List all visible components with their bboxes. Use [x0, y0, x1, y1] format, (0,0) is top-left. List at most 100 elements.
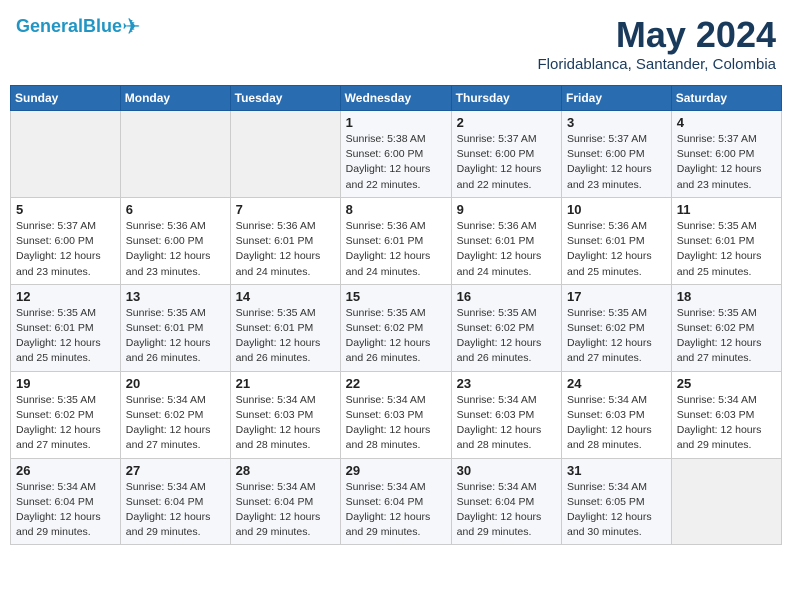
- day-number: 8: [346, 202, 446, 217]
- day-number: 5: [16, 202, 115, 217]
- day-info: Sunrise: 5:35 AM Sunset: 6:02 PM Dayligh…: [457, 306, 556, 367]
- calendar-cell: 18 Sunrise: 5:35 AM Sunset: 6:02 PM Dayli…: [671, 284, 781, 371]
- calendar-week-4: 19 Sunrise: 5:35 AM Sunset: 6:02 PM Dayli…: [11, 371, 782, 458]
- day-info: Sunrise: 5:38 AM Sunset: 6:00 PM Dayligh…: [346, 132, 446, 193]
- day-number: 1: [346, 115, 446, 130]
- day-info: Sunrise: 5:35 AM Sunset: 6:01 PM Dayligh…: [16, 306, 115, 367]
- day-info: Sunrise: 5:37 AM Sunset: 6:00 PM Dayligh…: [16, 219, 115, 280]
- day-info: Sunrise: 5:37 AM Sunset: 6:00 PM Dayligh…: [457, 132, 556, 193]
- location-title: Floridablanca, Santander, Colombia: [538, 56, 776, 73]
- weekday-header-saturday: Saturday: [671, 86, 781, 111]
- calendar-week-5: 26 Sunrise: 5:34 AM Sunset: 6:04 PM Dayli…: [11, 458, 782, 545]
- calendar-cell: 21Sunrise: 5:34 AM Sunset: 6:03 PM Dayli…: [230, 371, 340, 458]
- day-number: 26: [16, 463, 115, 478]
- calendar-cell: 1 Sunrise: 5:38 AM Sunset: 6:00 PM Daylig…: [340, 111, 451, 198]
- calendar-cell: 4Sunrise: 5:37 AM Sunset: 6:00 PM Daylig…: [671, 111, 781, 198]
- day-info: Sunrise: 5:34 AM Sunset: 6:04 PM Dayligh…: [126, 480, 225, 541]
- day-info: Sunrise: 5:34 AM Sunset: 6:04 PM Dayligh…: [236, 480, 335, 541]
- calendar-cell: 6Sunrise: 5:36 AM Sunset: 6:00 PM Daylig…: [120, 197, 230, 284]
- day-info: Sunrise: 5:37 AM Sunset: 6:00 PM Dayligh…: [677, 132, 776, 193]
- calendar-week-1: 1 Sunrise: 5:38 AM Sunset: 6:00 PM Daylig…: [11, 111, 782, 198]
- day-info: Sunrise: 5:34 AM Sunset: 6:04 PM Dayligh…: [346, 480, 446, 541]
- weekday-header-monday: Monday: [120, 86, 230, 111]
- day-number: 11: [677, 202, 776, 217]
- day-number: 28: [236, 463, 335, 478]
- page-header: GeneralBlue ✈ May 2024 Floridablanca, Sa…: [10, 10, 782, 77]
- calendar-cell: 8Sunrise: 5:36 AM Sunset: 6:01 PM Daylig…: [340, 197, 451, 284]
- day-info: Sunrise: 5:36 AM Sunset: 6:01 PM Dayligh…: [567, 219, 666, 280]
- day-info: Sunrise: 5:35 AM Sunset: 6:02 PM Dayligh…: [346, 306, 446, 367]
- logo-general: General: [16, 16, 83, 36]
- calendar-cell: 17Sunrise: 5:35 AM Sunset: 6:02 PM Dayli…: [562, 284, 672, 371]
- calendar-cell: 26Sunrise: 5:34 AM Sunset: 6:04 PM Dayli…: [11, 458, 121, 545]
- calendar-cell: 25 Sunrise: 5:34 AM Sunset: 6:03 PM Dayli…: [671, 371, 781, 458]
- weekday-header-tuesday: Tuesday: [230, 86, 340, 111]
- calendar-cell: 16 Sunrise: 5:35 AM Sunset: 6:02 PM Dayli…: [451, 284, 561, 371]
- logo-bird-icon: ✈: [122, 14, 140, 40]
- day-info: Sunrise: 5:35 AM Sunset: 6:01 PM Dayligh…: [677, 219, 776, 280]
- calendar-cell: 19 Sunrise: 5:35 AM Sunset: 6:02 PM Dayli…: [11, 371, 121, 458]
- day-info: Sunrise: 5:34 AM Sunset: 6:03 PM Dayligh…: [677, 393, 776, 454]
- day-number: 6: [126, 202, 225, 217]
- calendar-cell: 15Sunrise: 5:35 AM Sunset: 6:02 PM Dayli…: [340, 284, 451, 371]
- day-number: 16: [457, 289, 556, 304]
- calendar-cell: 29Sunrise: 5:34 AM Sunset: 6:04 PM Dayli…: [340, 458, 451, 545]
- calendar-cell: 30 Sunrise: 5:34 AM Sunset: 6:04 PM Dayli…: [451, 458, 561, 545]
- day-info: Sunrise: 5:35 AM Sunset: 6:01 PM Dayligh…: [236, 306, 335, 367]
- calendar-table: SundayMondayTuesdayWednesdayThursdayFrid…: [10, 85, 782, 545]
- day-number: 7: [236, 202, 335, 217]
- calendar-cell: 28 Sunrise: 5:34 AM Sunset: 6:04 PM Dayli…: [230, 458, 340, 545]
- day-info: Sunrise: 5:36 AM Sunset: 6:01 PM Dayligh…: [236, 219, 335, 280]
- day-number: 24: [567, 376, 666, 391]
- logo-blue: Blue: [83, 16, 122, 36]
- calendar-cell: 24Sunrise: 5:34 AM Sunset: 6:03 PM Dayli…: [562, 371, 672, 458]
- day-info: Sunrise: 5:35 AM Sunset: 6:02 PM Dayligh…: [677, 306, 776, 367]
- day-info: Sunrise: 5:35 AM Sunset: 6:01 PM Dayligh…: [126, 306, 225, 367]
- month-title: May 2024: [538, 14, 776, 56]
- calendar-week-3: 12Sunrise: 5:35 AM Sunset: 6:01 PM Dayli…: [11, 284, 782, 371]
- day-info: Sunrise: 5:34 AM Sunset: 6:03 PM Dayligh…: [236, 393, 335, 454]
- weekday-row: SundayMondayTuesdayWednesdayThursdayFrid…: [11, 86, 782, 111]
- day-number: 20: [126, 376, 225, 391]
- weekday-header-wednesday: Wednesday: [340, 86, 451, 111]
- logo: GeneralBlue ✈: [16, 14, 141, 40]
- day-number: 9: [457, 202, 556, 217]
- day-number: 2: [457, 115, 556, 130]
- calendar-cell: 9Sunrise: 5:36 AM Sunset: 6:01 PM Daylig…: [451, 197, 561, 284]
- calendar-body: 1 Sunrise: 5:38 AM Sunset: 6:00 PM Daylig…: [11, 111, 782, 545]
- day-number: 18: [677, 289, 776, 304]
- title-block: May 2024 Floridablanca, Santander, Colom…: [538, 14, 776, 73]
- calendar-cell: 2 Sunrise: 5:37 AM Sunset: 6:00 PM Daylig…: [451, 111, 561, 198]
- weekday-header-thursday: Thursday: [451, 86, 561, 111]
- day-info: Sunrise: 5:34 AM Sunset: 6:05 PM Dayligh…: [567, 480, 666, 541]
- calendar-cell: 20 Sunrise: 5:34 AM Sunset: 6:02 PM Dayli…: [120, 371, 230, 458]
- day-number: 30: [457, 463, 556, 478]
- calendar-cell: 5 Sunrise: 5:37 AM Sunset: 6:00 PM Daylig…: [11, 197, 121, 284]
- calendar-cell: [671, 458, 781, 545]
- calendar-cell: [230, 111, 340, 198]
- day-number: 22: [346, 376, 446, 391]
- day-number: 3: [567, 115, 666, 130]
- weekday-header-sunday: Sunday: [11, 86, 121, 111]
- logo-text: GeneralBlue: [16, 17, 122, 37]
- day-number: 23: [457, 376, 556, 391]
- day-number: 27: [126, 463, 225, 478]
- calendar-cell: 27 Sunrise: 5:34 AM Sunset: 6:04 PM Dayli…: [120, 458, 230, 545]
- calendar-cell: 23Sunrise: 5:34 AM Sunset: 6:03 PM Dayli…: [451, 371, 561, 458]
- calendar-cell: 14 Sunrise: 5:35 AM Sunset: 6:01 PM Dayli…: [230, 284, 340, 371]
- day-number: 14: [236, 289, 335, 304]
- calendar-cell: 13Sunrise: 5:35 AM Sunset: 6:01 PM Dayli…: [120, 284, 230, 371]
- day-info: Sunrise: 5:37 AM Sunset: 6:00 PM Dayligh…: [567, 132, 666, 193]
- calendar-cell: [11, 111, 121, 198]
- calendar-cell: 22Sunrise: 5:34 AM Sunset: 6:03 PM Dayli…: [340, 371, 451, 458]
- day-number: 17: [567, 289, 666, 304]
- day-info: Sunrise: 5:34 AM Sunset: 6:04 PM Dayligh…: [457, 480, 556, 541]
- calendar-cell: [120, 111, 230, 198]
- day-info: Sunrise: 5:34 AM Sunset: 6:02 PM Dayligh…: [126, 393, 225, 454]
- day-number: 10: [567, 202, 666, 217]
- day-number: 19: [16, 376, 115, 391]
- day-number: 31: [567, 463, 666, 478]
- calendar-week-2: 5 Sunrise: 5:37 AM Sunset: 6:00 PM Daylig…: [11, 197, 782, 284]
- day-info: Sunrise: 5:35 AM Sunset: 6:02 PM Dayligh…: [16, 393, 115, 454]
- day-number: 25: [677, 376, 776, 391]
